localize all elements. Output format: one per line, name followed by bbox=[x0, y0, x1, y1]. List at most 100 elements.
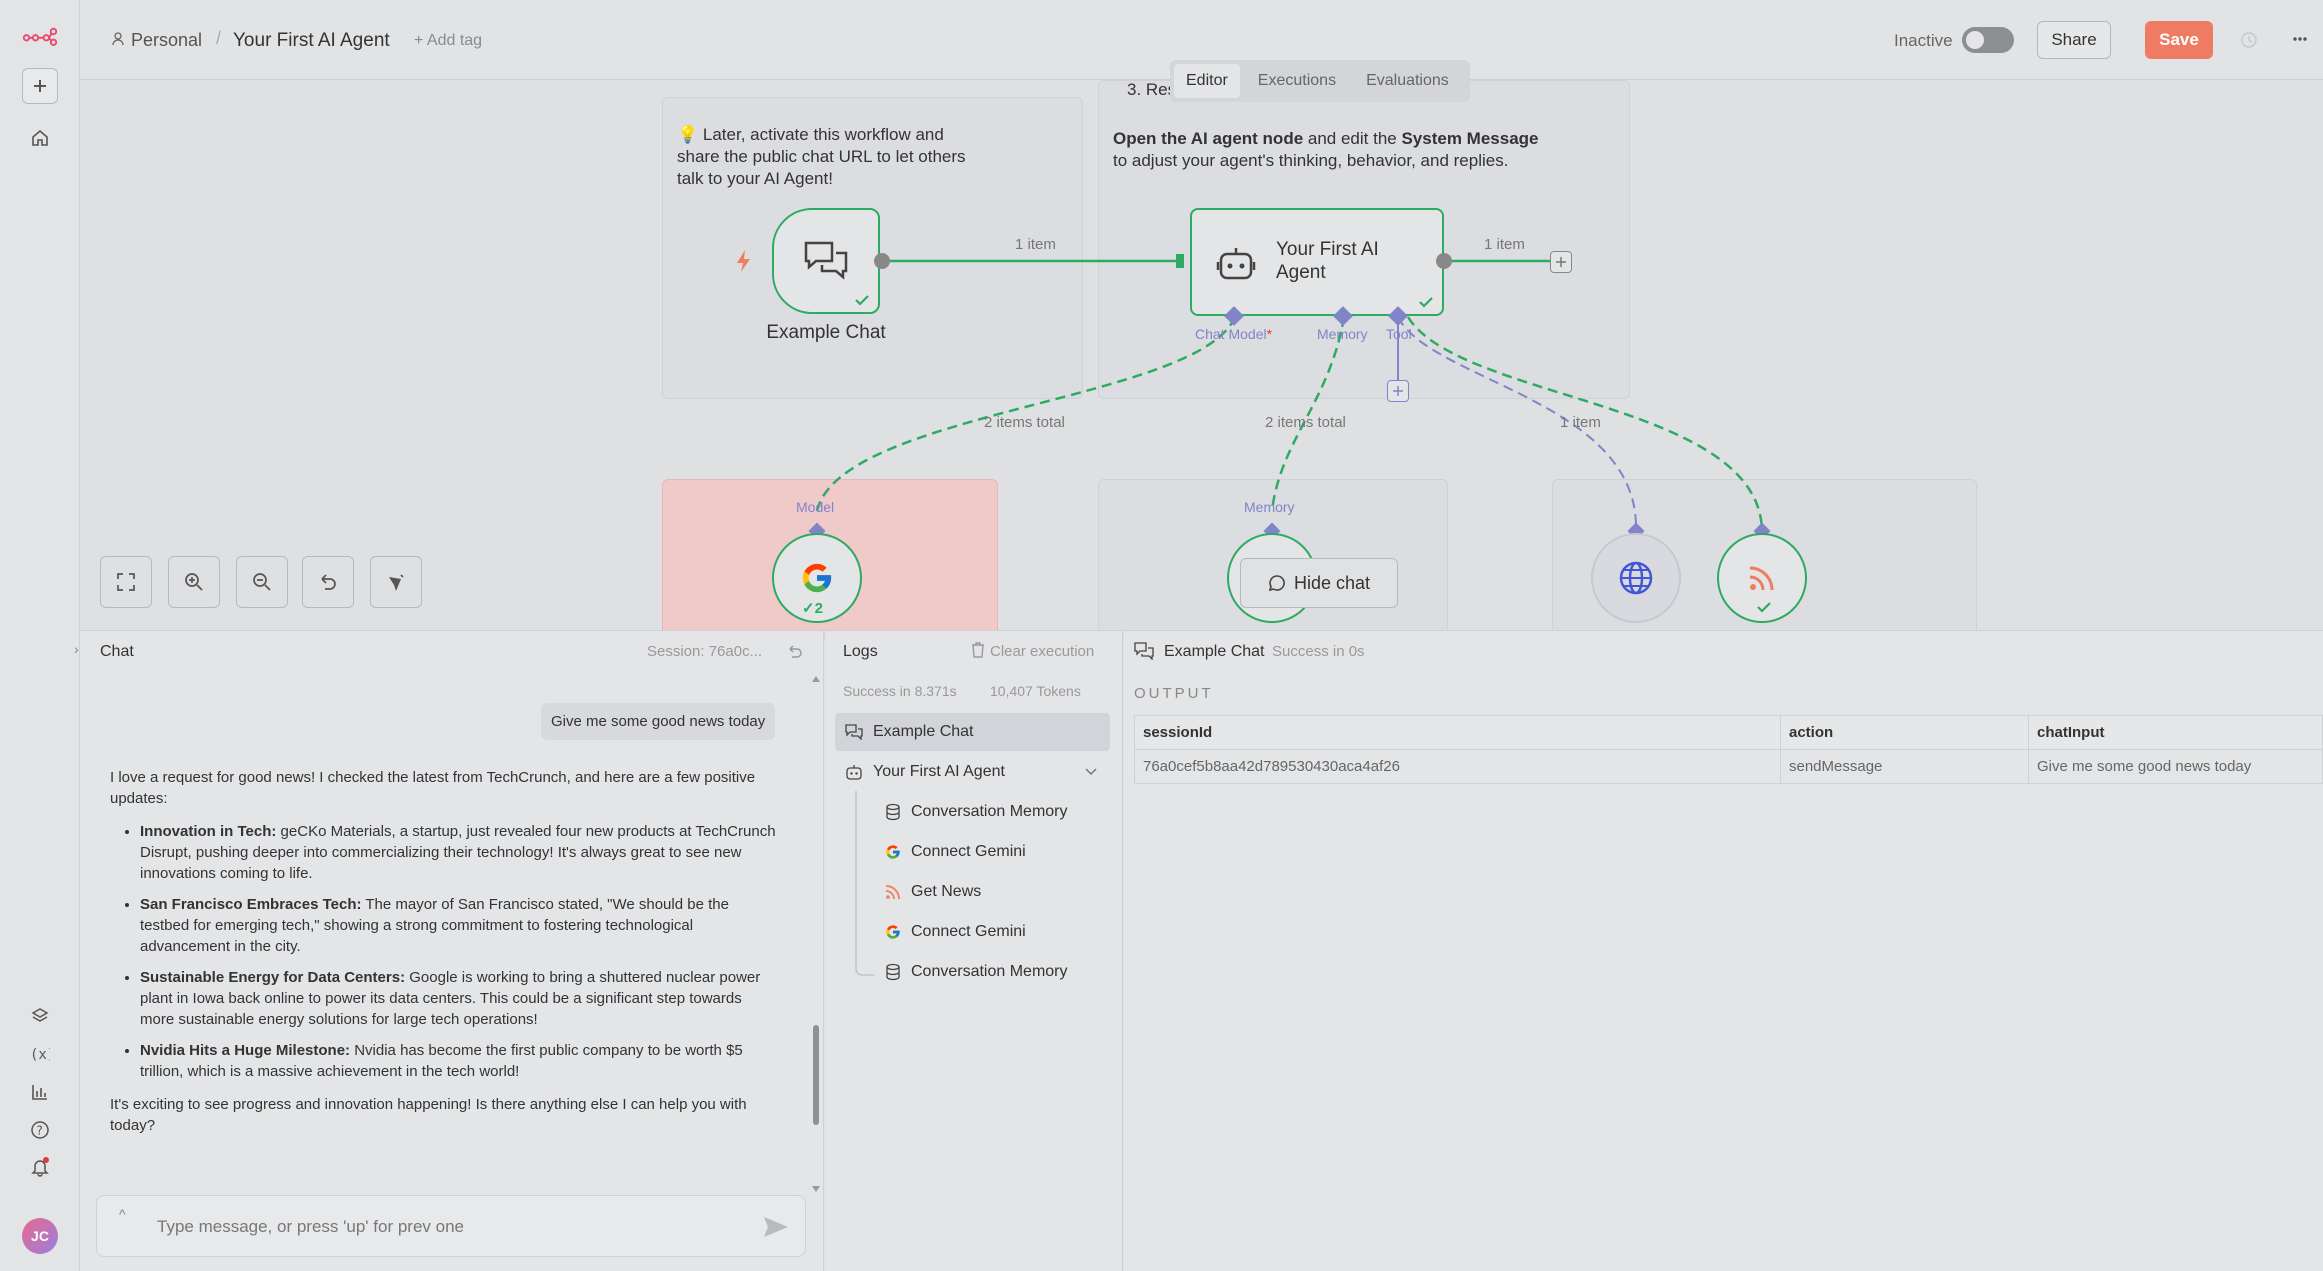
bullet-bold: Nvidia Hits a Huge Milestone: bbox=[140, 1042, 351, 1059]
history-up-icon[interactable]: ^ bbox=[119, 1206, 126, 1222]
add-button[interactable] bbox=[22, 68, 58, 104]
bullet-item: Innovation in Tech: geCKo Materials, a s… bbox=[140, 821, 780, 884]
breadcrumb-separator: / bbox=[216, 28, 222, 48]
log-item-get-news[interactable]: Get News bbox=[885, 873, 1110, 911]
chat-input[interactable] bbox=[157, 1214, 717, 1240]
agent-label-line2: Agent bbox=[1276, 262, 1326, 283]
home-icon[interactable] bbox=[22, 120, 58, 156]
hide-chat-label: Hide chat bbox=[1293, 572, 1371, 593]
status-label: Inactive bbox=[1894, 31, 1953, 50]
node-http-tool[interactable] bbox=[1591, 533, 1681, 623]
agent-output-port[interactable] bbox=[1436, 253, 1452, 269]
active-toggle[interactable] bbox=[1962, 27, 2014, 53]
user-icon bbox=[112, 32, 124, 46]
required-mark: * bbox=[1266, 326, 1273, 342]
share-button[interactable]: Share bbox=[2037, 21, 2111, 59]
n8n-logo-icon[interactable] bbox=[22, 18, 58, 54]
chat-panel: › Chat Session: 76a0c... Give me some go… bbox=[74, 630, 824, 1271]
node-connect-gemini[interactable]: ✓2 bbox=[772, 533, 862, 623]
add-tag-link[interactable]: + Add tag bbox=[414, 32, 482, 50]
trash-icon[interactable] bbox=[971, 642, 985, 658]
log-item-example-chat[interactable]: Example Chat bbox=[835, 713, 1110, 751]
bullet-bold: San Francisco Embraces Tech: bbox=[140, 896, 362, 913]
tidy-up-button[interactable] bbox=[370, 556, 422, 608]
save-button[interactable]: Save bbox=[2145, 21, 2213, 59]
port-label-tool: Tool bbox=[1386, 326, 1412, 342]
table-cell[interactable]: Give me some good news today bbox=[2028, 749, 2323, 784]
chat-title: Chat bbox=[100, 643, 134, 660]
port-label-memory: Memory bbox=[1317, 326, 1368, 342]
add-node-button[interactable] bbox=[1550, 251, 1572, 273]
more-options-icon[interactable] bbox=[2292, 36, 2308, 42]
bullet-item: Nvidia Hits a Huge Milestone: Nvidia has… bbox=[140, 1040, 780, 1082]
tab-executions[interactable]: Executions bbox=[1246, 64, 1348, 98]
session-id[interactable]: Session: 76a0c... bbox=[647, 643, 762, 660]
log-item-gemini[interactable]: Connect Gemini bbox=[885, 913, 1110, 951]
reset-zoom-button[interactable] bbox=[302, 556, 354, 608]
node-get-news[interactable] bbox=[1717, 533, 1807, 623]
robot-icon bbox=[846, 765, 862, 780]
chat-bubble-icon bbox=[1268, 575, 1285, 592]
add-tool-button[interactable] bbox=[1387, 380, 1409, 402]
templates-icon[interactable] bbox=[22, 998, 58, 1034]
port-label-model-in: Model bbox=[796, 499, 835, 515]
tree-lines bbox=[855, 791, 874, 976]
notifications-icon[interactable] bbox=[22, 1149, 58, 1185]
send-icon[interactable] bbox=[763, 1216, 789, 1238]
user-avatar[interactable]: JC bbox=[22, 1218, 58, 1254]
chat-scrollbar[interactable] bbox=[812, 675, 820, 1195]
workflow-canvas[interactable]: 💡 Later, activate this workflow and shar… bbox=[80, 80, 2323, 639]
log-item-label: Connect Gemini bbox=[911, 843, 1026, 860]
edge-label-agent-out: 1 item bbox=[1484, 236, 1525, 253]
collapse-chevron-icon[interactable]: › bbox=[74, 641, 79, 657]
node-label-example-chat: Example Chat bbox=[766, 322, 886, 343]
scrollbar-thumb[interactable] bbox=[813, 1025, 819, 1125]
variables-icon[interactable]: (x) bbox=[22, 1036, 58, 1072]
avatar-initials: JC bbox=[31, 1228, 49, 1244]
fit-view-button[interactable] bbox=[100, 556, 152, 608]
output-port[interactable] bbox=[874, 253, 890, 269]
table-row: 76a0cef5b8aa42d789530430aca4af26 sendMes… bbox=[1134, 749, 2323, 784]
log-item-label: Get News bbox=[911, 883, 982, 900]
bullet-bold: Sustainable Energy for Data Centers: bbox=[140, 969, 406, 986]
insights-icon[interactable] bbox=[22, 1074, 58, 1110]
log-item-label: Your First AI Agent bbox=[873, 763, 1005, 780]
table-cell[interactable]: 76a0cef5b8aa42d789530430aca4af26 bbox=[1134, 749, 1781, 784]
log-item-ai-agent[interactable]: Your First AI Agent bbox=[845, 753, 1110, 791]
reset-session-icon[interactable] bbox=[787, 643, 803, 659]
table-cell[interactable]: sendMessage bbox=[1780, 749, 2029, 784]
bullet-item: Sustainable Energy for Data Centers: Goo… bbox=[140, 967, 780, 1030]
node-ai-agent[interactable]: Your First AI Agent bbox=[1190, 208, 1444, 316]
log-item-memory[interactable]: Conversation Memory bbox=[885, 953, 1110, 991]
chat-input-box[interactable]: ^ bbox=[96, 1195, 806, 1257]
history-icon[interactable] bbox=[2240, 31, 2258, 49]
edge-label-tool: 1 item bbox=[1560, 414, 1601, 431]
google-icon bbox=[802, 563, 832, 593]
zoom-out-button[interactable] bbox=[236, 556, 288, 608]
google-icon bbox=[886, 845, 900, 859]
node-example-chat[interactable] bbox=[772, 208, 880, 314]
connections-layer bbox=[815, 254, 1764, 532]
chat-model-label: Chat Model bbox=[1195, 326, 1267, 342]
column-header: chatInput bbox=[2028, 715, 2323, 750]
bot-intro: I love a request for good news! I checke… bbox=[110, 769, 756, 807]
workflow-title[interactable]: Your First AI Agent bbox=[233, 30, 390, 52]
view-tabs: Editor Executions Evaluations bbox=[1170, 60, 1470, 102]
edge-label-memory: 2 items total bbox=[1265, 414, 1346, 431]
logs-status: Success in 8.371s bbox=[843, 683, 957, 699]
chat-bubbles-icon bbox=[845, 724, 863, 740]
log-item-memory[interactable]: Conversation Memory bbox=[885, 793, 1110, 831]
hide-chat-button[interactable]: Hide chat bbox=[1240, 558, 1398, 608]
database-icon bbox=[886, 803, 900, 821]
zoom-in-button[interactable] bbox=[168, 556, 220, 608]
success-check-icon bbox=[1419, 297, 1433, 308]
clear-execution-button[interactable]: Clear execution bbox=[990, 643, 1094, 660]
tab-evaluations[interactable]: Evaluations bbox=[1354, 64, 1461, 98]
help-icon[interactable]: ? bbox=[22, 1112, 58, 1148]
log-item-gemini[interactable]: Connect Gemini bbox=[885, 833, 1110, 871]
tab-editor[interactable]: Editor bbox=[1174, 64, 1240, 98]
column-header: action bbox=[1780, 715, 2029, 750]
robot-icon bbox=[1216, 248, 1256, 280]
breadcrumb-project[interactable]: Personal bbox=[131, 30, 202, 51]
chevron-down-icon[interactable] bbox=[1085, 768, 1097, 776]
